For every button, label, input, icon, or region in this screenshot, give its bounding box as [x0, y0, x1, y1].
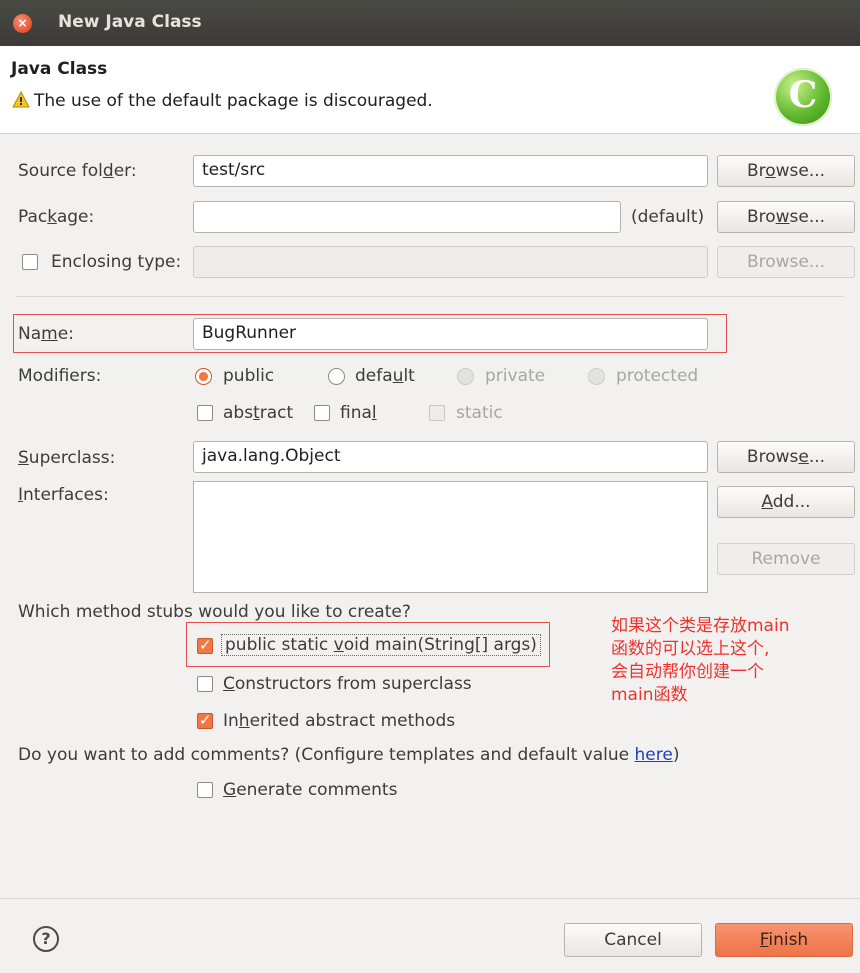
enclosing-type-label: Enclosing type: — [51, 252, 182, 272]
source-folder-label: Source folder: — [18, 161, 137, 181]
enclosing-type-checkbox[interactable] — [22, 254, 38, 270]
add-interface-button[interactable]: Add... — [717, 486, 855, 518]
dialog-header — [0, 46, 860, 134]
comments-question-text: Do you want to add comments? (Configure … — [18, 745, 635, 765]
generate-comments-label: Generate comments — [223, 780, 398, 800]
name-input[interactable]: BugRunner — [193, 318, 708, 350]
final-checkbox[interactable] — [314, 405, 330, 421]
package-label: Package: — [18, 207, 95, 227]
final-label: final — [340, 403, 377, 423]
abstract-label: abstract — [223, 403, 294, 423]
main-stub-label: public static void main(String[] args) — [221, 634, 541, 656]
page-title: Java Class — [11, 59, 108, 79]
static-label: static — [456, 403, 503, 423]
package-browse-button[interactable]: Browse... — [717, 201, 855, 233]
modifier-default-label: default — [355, 366, 415, 386]
inherited-methods-checkbox[interactable] — [197, 711, 213, 729]
modifier-public-label: public — [223, 366, 275, 386]
name-label: Name: — [18, 324, 74, 344]
constructors-checkbox[interactable] — [197, 676, 213, 692]
help-icon[interactable]: ? — [33, 926, 59, 952]
modifier-protected-radio — [588, 368, 605, 385]
warning-icon — [12, 91, 30, 108]
main-stub-checkbox[interactable] — [197, 636, 213, 654]
superclass-input[interactable]: java.lang.Object — [193, 441, 708, 473]
source-folder-input[interactable]: test/src — [193, 155, 708, 187]
modifier-private-label: private — [485, 366, 546, 386]
interfaces-label: Interfaces: — [18, 485, 109, 505]
modifier-private-radio — [457, 368, 474, 385]
superclass-browse-button[interactable]: Browse... — [717, 441, 855, 473]
java-class-icon: C — [774, 68, 832, 126]
comments-question-suffix: ) — [672, 745, 680, 765]
header-message: The use of the default package is discou… — [34, 91, 433, 111]
package-default-hint: (default) — [631, 207, 705, 227]
abstract-checkbox[interactable] — [197, 405, 213, 421]
constructors-label: Constructors from superclass — [223, 674, 472, 694]
package-input[interactable] — [193, 201, 621, 233]
source-folder-browse-button[interactable]: Browse... — [717, 155, 855, 187]
annotation-line: main函数 — [611, 685, 688, 705]
window-title: New Java Class — [58, 12, 202, 32]
modifiers-label: Modifiers: — [18, 366, 102, 386]
annotation-line: 如果这个类是存放main — [611, 616, 790, 636]
annotation-line: 函数的可以选上这个, — [611, 639, 770, 659]
comments-question: Do you want to add comments? (Configure … — [18, 745, 679, 765]
cancel-button[interactable]: Cancel — [564, 923, 702, 957]
enclosing-type-input — [193, 246, 708, 278]
annotation-note: 如果这个类是存放main 函数的可以选上这个, 会自动帮你创建一个 main函数 — [611, 615, 851, 707]
enclosing-browse-button: Browse... — [717, 246, 855, 278]
close-icon[interactable]: × — [13, 14, 32, 33]
generate-comments-checkbox[interactable] — [197, 782, 213, 798]
separator — [16, 296, 844, 297]
method-stubs-question: Which method stubs would you like to cre… — [18, 602, 411, 622]
modifier-public-radio[interactable] — [195, 368, 212, 385]
remove-interface-button: Remove — [717, 543, 855, 575]
static-checkbox — [429, 405, 445, 421]
configure-templates-link[interactable]: here — [635, 745, 673, 765]
annotation-line: 会自动帮你创建一个 — [611, 662, 764, 682]
inherited-methods-label: Inherited abstract methods — [223, 711, 456, 731]
interfaces-list[interactable] — [193, 481, 708, 593]
modifier-protected-label: protected — [616, 366, 699, 386]
modifier-default-radio[interactable] — [328, 368, 345, 385]
finish-button[interactable]: Finish — [715, 923, 853, 957]
superclass-label: Superclass: — [18, 448, 116, 468]
